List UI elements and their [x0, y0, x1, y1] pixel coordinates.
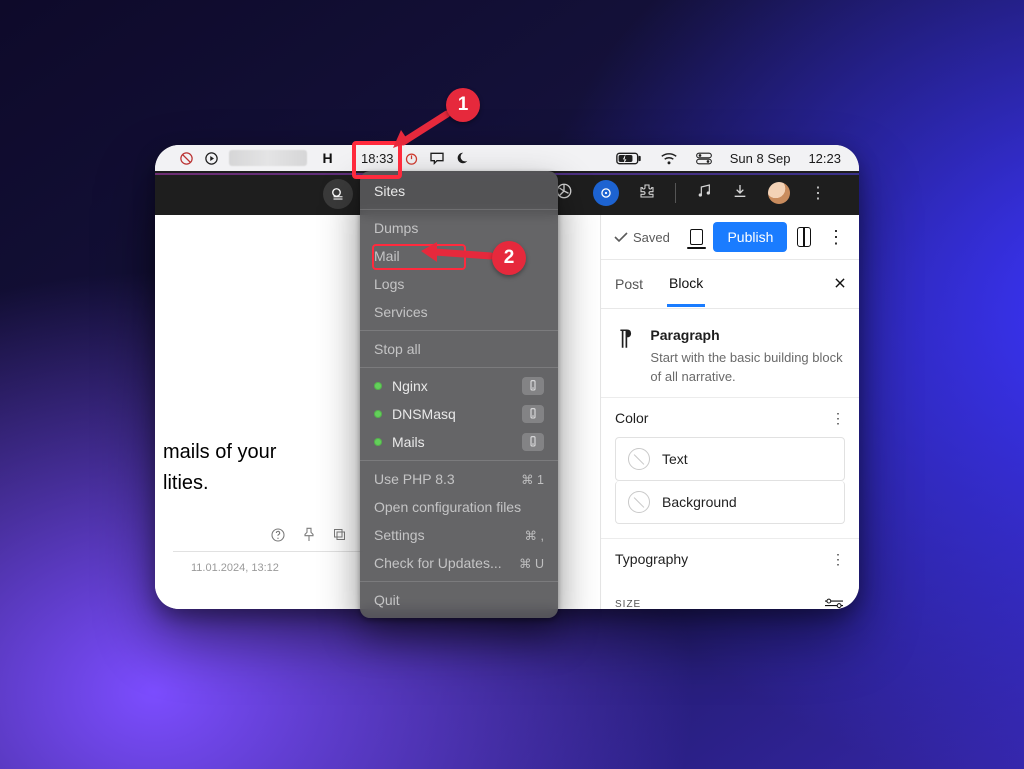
copy-icon[interactable] [332, 527, 347, 547]
shortcut-label: ⌘ , [525, 528, 544, 543]
status-dnsmasq[interactable]: DNSMasq [360, 400, 558, 428]
block-header: ¶ Paragraph Start with the basic buildin… [601, 309, 859, 398]
download-icon[interactable] [732, 183, 748, 204]
color-text-label: Text [662, 451, 688, 467]
menu-open-config[interactable]: Open configuration files [360, 493, 558, 521]
menu-logs[interactable]: Logs [360, 270, 558, 298]
tab-post[interactable]: Post [613, 263, 645, 305]
noentry-icon[interactable] [179, 151, 194, 166]
size-settings-icon[interactable] [825, 598, 843, 609]
size-label: SIZE [615, 599, 641, 609]
battery-icon[interactable] [616, 152, 642, 165]
block-title: Paragraph [650, 327, 845, 343]
typography-options-icon[interactable]: ⋮ [831, 551, 845, 568]
paragraph-icon: ¶ [615, 327, 636, 349]
status-dot-green-icon [374, 382, 382, 390]
divider [675, 183, 676, 203]
menubar-date: Sun 8 Sep [730, 151, 791, 166]
swatch-empty-icon [628, 491, 650, 513]
target-icon[interactable] [593, 180, 619, 206]
color-text-option[interactable]: Text [615, 437, 845, 481]
status-label: DNSMasq [392, 406, 456, 422]
control-center-icon[interactable] [696, 152, 712, 165]
status-action-icon[interactable] [522, 405, 544, 423]
preview-icon[interactable] [690, 229, 704, 245]
typography-section: Typography ⋮ [601, 539, 859, 592]
menu-stop-all[interactable]: Stop all [360, 335, 558, 363]
canvas-text-fragment: mails of your lities. [163, 437, 276, 499]
menubar-time-left: 18:33 [361, 151, 394, 166]
menu-quit[interactable]: Quit [360, 586, 558, 614]
menu-settings[interactable]: Settings ⌘ , [360, 521, 558, 549]
play-circle-icon[interactable] [204, 151, 219, 166]
publish-button[interactable]: Publish [713, 222, 787, 252]
status-dot-green-icon [374, 438, 382, 446]
menubar-time-right: 12:23 [808, 151, 841, 166]
menu-sites[interactable]: Sites [360, 177, 558, 205]
frag-line1: mails of your [163, 437, 276, 468]
status-dot-green-icon [374, 410, 382, 418]
status-nginx[interactable]: Nginx [360, 372, 558, 400]
pin-icon[interactable] [302, 527, 316, 547]
status-action-icon[interactable] [522, 377, 544, 395]
wifi-icon[interactable] [660, 152, 678, 165]
status-label: Nginx [392, 378, 428, 394]
close-sidebar-icon[interactable] [833, 276, 847, 293]
annotation-badge-2: 2 [492, 241, 526, 275]
saved-indicator: Saved [613, 230, 670, 245]
music-icon[interactable] [696, 183, 712, 204]
kebab-icon[interactable]: ⋮ [810, 183, 825, 203]
herd-dropdown: Sites Dumps Mail Logs Services Stop all … [360, 171, 558, 618]
menu-updates[interactable]: Check for Updates... ⌘ U [360, 549, 558, 577]
options-kebab-icon[interactable]: ⋮ [827, 227, 845, 248]
status-action-icon[interactable] [522, 433, 544, 451]
color-section: Color ⋮ Text Background [601, 398, 859, 539]
blurred-menubar-region [229, 150, 307, 166]
sidebar-toggle-icon[interactable] [797, 227, 811, 247]
color-options-icon[interactable]: ⋮ [831, 410, 845, 427]
status-mails[interactable]: Mails [360, 428, 558, 456]
color-heading: Color [615, 410, 648, 426]
avatar[interactable] [768, 182, 790, 204]
wp-settings-sidebar: Saved Publish ⋮ Post Block ¶ Paragraph S… [600, 215, 859, 609]
typography-heading: Typography [615, 551, 688, 567]
macos-menubar: H 18:33 Sun 8 Sep 12:23 [155, 145, 859, 171]
menu-services[interactable]: Services [360, 298, 558, 326]
extension-icon[interactable] [639, 183, 655, 204]
frag-line2: lities. [163, 468, 276, 499]
menu-mail[interactable]: Mail [360, 242, 558, 270]
color-bg-label: Background [662, 494, 737, 510]
lens-icon[interactable] [323, 179, 353, 209]
moon-icon[interactable] [455, 151, 469, 165]
menu-dumps[interactable]: Dumps [360, 214, 558, 242]
help-icon[interactable] [270, 527, 286, 547]
shortcut-label: ⌘ U [519, 556, 544, 571]
shortcut-label: ⌘ 1 [521, 472, 544, 487]
tab-block[interactable]: Block [667, 262, 705, 307]
annotation-badge-1: 1 [446, 88, 480, 122]
herd-menubar-icon[interactable]: H [317, 148, 337, 168]
swatch-empty-icon [628, 448, 650, 470]
timer-icon[interactable] [404, 151, 419, 166]
block-description: Start with the basic building block of a… [650, 349, 845, 387]
sidebar-tabs: Post Block [601, 260, 859, 309]
color-background-option[interactable]: Background [615, 481, 845, 524]
message-icon[interactable] [429, 151, 445, 165]
menu-use-php[interactable]: Use PHP 8.3 ⌘ 1 [360, 465, 558, 493]
status-label: Mails [392, 434, 425, 450]
